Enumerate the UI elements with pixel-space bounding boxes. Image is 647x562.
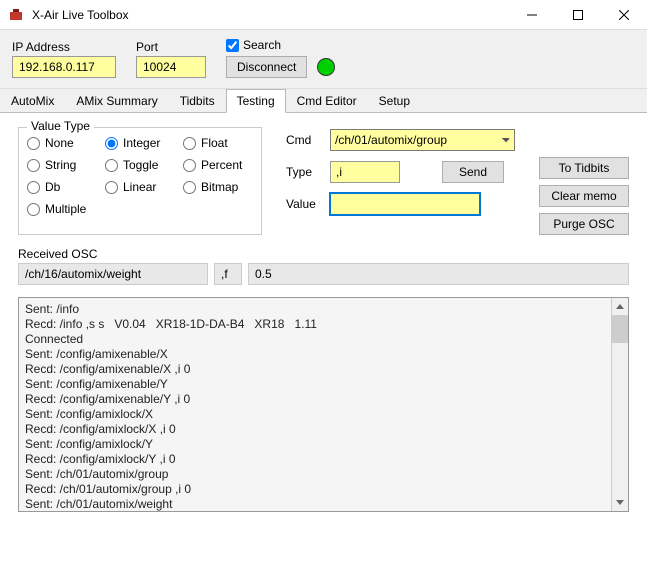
- port-input[interactable]: [136, 56, 206, 78]
- connection-bar: IP Address Port Search Disconnect: [0, 30, 647, 89]
- radio-string[interactable]: String: [27, 158, 97, 172]
- type-label: Type: [286, 165, 324, 179]
- log-memo: Sent: /info Recd: /info ,s s V0.04 XR18-…: [18, 297, 629, 512]
- ip-label: IP Address: [12, 40, 116, 54]
- connection-led-icon: [317, 58, 335, 76]
- tab-strip: AutoMixAMix SummaryTidbitsTestingCmd Edi…: [0, 89, 647, 113]
- tab-setup[interactable]: Setup: [368, 89, 421, 112]
- send-button[interactable]: Send: [442, 161, 504, 183]
- tab-amix-summary[interactable]: AMix Summary: [65, 89, 168, 112]
- value-type-group: Value Type NoneIntegerFloatStringToggleP…: [18, 127, 262, 235]
- radio-toggle[interactable]: Toggle: [105, 158, 175, 172]
- radio-none[interactable]: None: [27, 136, 97, 150]
- radio-percent[interactable]: Percent: [183, 158, 253, 172]
- scroll-down-icon[interactable]: [612, 494, 628, 511]
- app-icon: [8, 7, 24, 23]
- tab-testing[interactable]: Testing: [226, 89, 286, 113]
- to-tidbits-button[interactable]: To Tidbits: [539, 157, 629, 179]
- minimize-button[interactable]: [509, 0, 555, 30]
- recv-value: [248, 263, 629, 285]
- scroll-thumb[interactable]: [612, 315, 628, 343]
- cmd-select[interactable]: /ch/01/automix/group: [330, 129, 515, 151]
- close-button[interactable]: [601, 0, 647, 30]
- maximize-icon: [573, 10, 583, 20]
- close-icon: [619, 10, 629, 20]
- radio-db[interactable]: Db: [27, 180, 97, 194]
- disconnect-button[interactable]: Disconnect: [226, 56, 307, 78]
- titlebar: X-Air Live Toolbox: [0, 0, 647, 30]
- tab-automix[interactable]: AutoMix: [0, 89, 65, 112]
- value-input[interactable]: [330, 193, 480, 215]
- maximize-button[interactable]: [555, 0, 601, 30]
- radio-integer[interactable]: Integer: [105, 136, 175, 150]
- radio-linear[interactable]: Linear: [105, 180, 175, 194]
- tab-cmd-editor[interactable]: Cmd Editor: [286, 89, 368, 112]
- minimize-icon: [527, 10, 537, 20]
- purge-osc-button[interactable]: Purge OSC: [539, 213, 629, 235]
- search-checkbox[interactable]: [226, 39, 239, 52]
- cmd-label: Cmd: [286, 133, 324, 147]
- recv-type: [214, 263, 242, 285]
- log-text[interactable]: Sent: /info Recd: /info ,s s V0.04 XR18-…: [19, 298, 611, 511]
- search-label: Search: [243, 38, 281, 52]
- radio-float[interactable]: Float: [183, 136, 253, 150]
- type-input[interactable]: [330, 161, 400, 183]
- window-title: X-Air Live Toolbox: [32, 8, 509, 22]
- radio-bitmap[interactable]: Bitmap: [183, 180, 253, 194]
- recv-path: [18, 263, 208, 285]
- value-type-legend: Value Type: [27, 119, 94, 133]
- scrollbar[interactable]: [611, 298, 628, 511]
- received-osc-label: Received OSC: [18, 247, 629, 261]
- scroll-up-icon[interactable]: [612, 298, 628, 315]
- radio-multiple[interactable]: Multiple: [27, 202, 97, 216]
- tab-tidbits[interactable]: Tidbits: [169, 89, 226, 112]
- clear-memo-button[interactable]: Clear memo: [539, 185, 629, 207]
- port-label: Port: [136, 40, 206, 54]
- value-label: Value: [286, 197, 324, 211]
- ip-input[interactable]: [12, 56, 116, 78]
